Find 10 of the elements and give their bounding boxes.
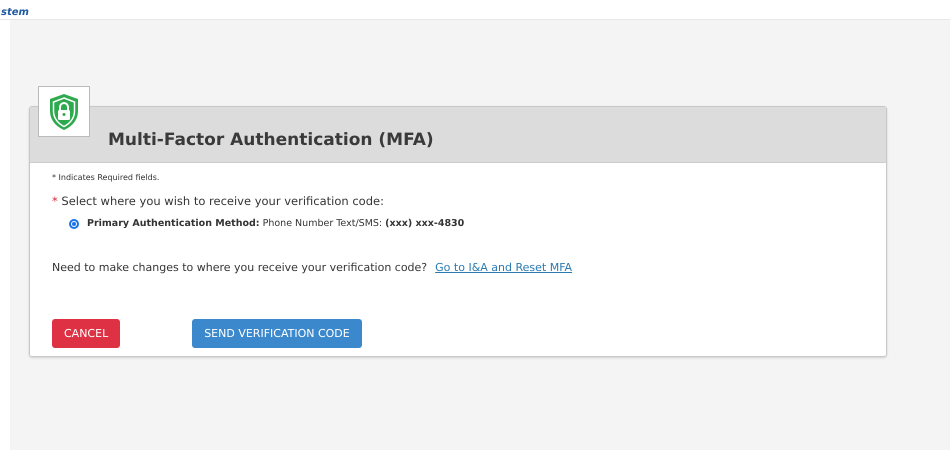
send-code-button[interactable]: SEND VERIFICATION CODE	[192, 319, 362, 348]
radio-button[interactable]	[69, 218, 79, 228]
reset-mfa-link[interactable]: Go to I&A and Reset MFA	[435, 261, 572, 274]
option-label: Primary Authentication Method: Phone Number Text/SMS: (xxx) xxx-4830	[87, 218, 464, 229]
card-title: Multi-Factor Authentication (MFA)	[108, 130, 434, 150]
cancel-button[interactable]: CANCEL	[52, 319, 120, 348]
brand-name: stem	[1, 6, 29, 20]
change-prompt: Need to make changes to where you receive your verification code?	[52, 261, 428, 274]
question-label: * Select where you wish to receive your verification code:	[52, 194, 385, 208]
required-note: * Indicates Required fields.	[52, 173, 160, 182]
